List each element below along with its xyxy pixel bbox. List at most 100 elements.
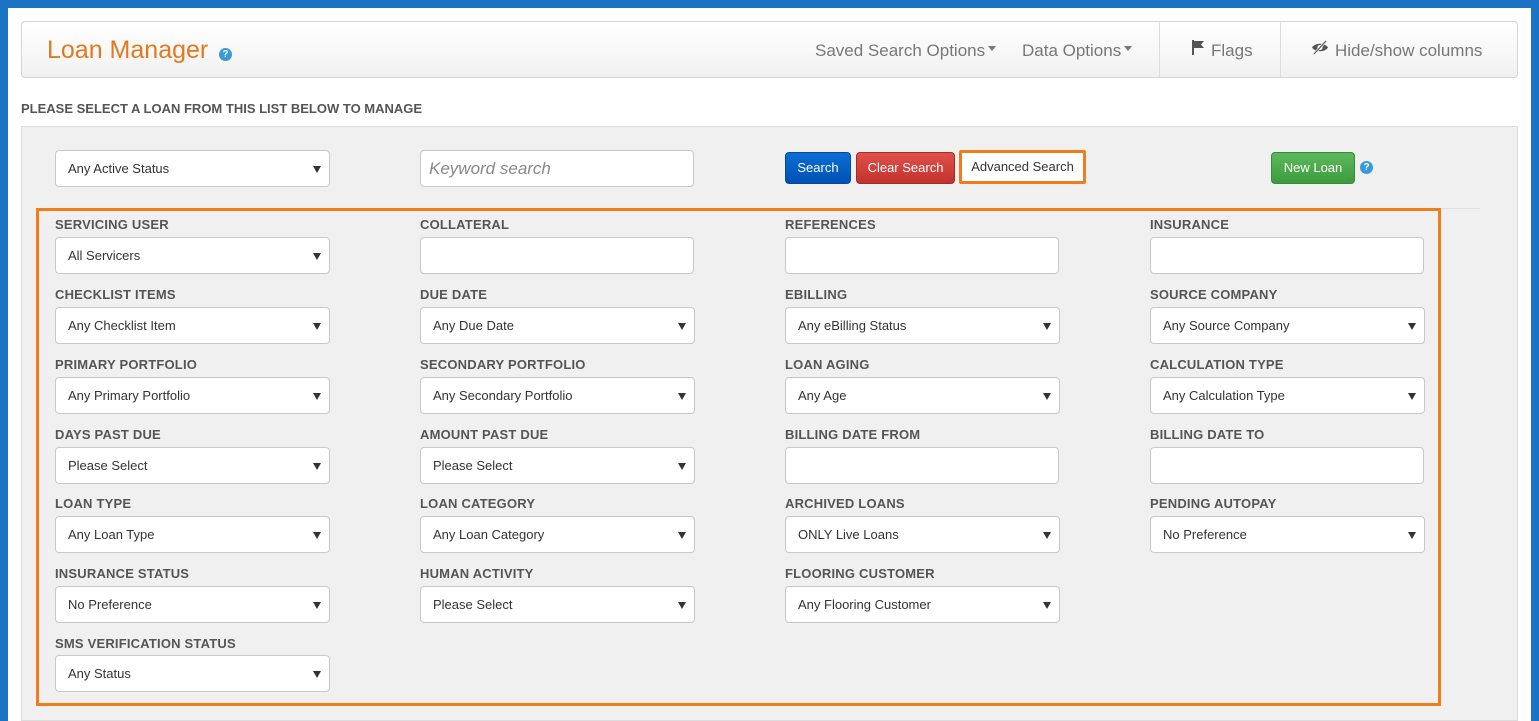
- dropdown-arrow-icon: [678, 463, 686, 470]
- dropdown-arrow-icon: [1408, 393, 1416, 400]
- dropdown-arrow-icon: [1043, 602, 1051, 609]
- insurance-status-value: No Preference: [68, 597, 152, 612]
- references-input[interactable]: [785, 237, 1059, 274]
- loan-type-value: Any Loan Type: [68, 527, 155, 542]
- primary-portfolio-value: Any Primary Portfolio: [68, 388, 190, 403]
- status-select-value: Any Active Status: [68, 161, 169, 176]
- days-past-due-select[interactable]: Please Select: [55, 447, 330, 484]
- help-icon[interactable]: ?: [219, 48, 232, 61]
- pending-autopay-select[interactable]: No Preference: [1150, 516, 1425, 553]
- servicing-user-select[interactable]: All Servicers: [55, 237, 330, 274]
- dropdown-arrow-icon: [678, 393, 686, 400]
- search-panel: Any Active Status Keyword search Search …: [21, 126, 1518, 721]
- billing-date-from-input[interactable]: [785, 447, 1059, 484]
- human-activity-label: HUMAN ACTIVITY: [420, 566, 534, 581]
- ebilling-label: EBILLING: [785, 287, 847, 302]
- header-bar: Loan Manager ? Saved Search Options Data…: [21, 21, 1518, 78]
- pending-autopay-label: PENDING AUTOPAY: [1150, 496, 1277, 511]
- loan-category-label: LOAN CATEGORY: [420, 496, 535, 511]
- billing-date-to-input[interactable]: [1150, 447, 1424, 484]
- flooring-customer-value: Any Flooring Customer: [798, 597, 931, 612]
- references-label: REFERENCES: [785, 217, 876, 232]
- archived-loans-label: ARCHIVED LOANS: [785, 496, 905, 511]
- loan-category-value: Any Loan Category: [433, 527, 544, 542]
- chevron-down-icon: [1124, 46, 1132, 51]
- loan-category-select[interactable]: Any Loan Category: [420, 516, 695, 553]
- due-date-label: DUE DATE: [420, 287, 487, 302]
- dropdown-arrow-icon: [678, 323, 686, 330]
- dropdown-arrow-icon: [1043, 532, 1051, 539]
- status-select[interactable]: Any Active Status: [55, 150, 330, 187]
- dropdown-arrow-icon: [313, 323, 321, 330]
- secondary-portfolio-select[interactable]: Any Secondary Portfolio: [420, 377, 695, 414]
- saved-search-options-menu[interactable]: Saved Search Options: [815, 22, 996, 77]
- page-title: Loan Manager: [47, 36, 208, 65]
- human-activity-value: Please Select: [433, 597, 513, 612]
- insurance-input[interactable]: [1150, 237, 1424, 274]
- billing-date-from-label: BILLING DATE FROM: [785, 427, 920, 442]
- amount-past-due-value: Please Select: [433, 458, 513, 473]
- checklist-items-value: Any Checklist Item: [68, 318, 176, 333]
- nav-divider: [1159, 22, 1160, 77]
- calculation-type-label: CALCULATION TYPE: [1150, 357, 1284, 372]
- flags-label: Flags: [1211, 41, 1253, 60]
- loan-type-select[interactable]: Any Loan Type: [55, 516, 330, 553]
- insurance-status-label: INSURANCE STATUS: [55, 566, 189, 581]
- chevron-down-icon: [988, 46, 996, 51]
- pending-autopay-value: No Preference: [1163, 527, 1247, 542]
- collateral-label: COLLATERAL: [420, 217, 509, 232]
- days-past-due-value: Please Select: [68, 458, 148, 473]
- hide-show-columns-label: Hide/show columns: [1335, 41, 1482, 60]
- calculation-type-value: Any Calculation Type: [1163, 388, 1285, 403]
- dropdown-arrow-icon: [1043, 393, 1051, 400]
- insurance-status-select[interactable]: No Preference: [55, 586, 330, 623]
- loan-aging-label: LOAN AGING: [785, 357, 870, 372]
- primary-portfolio-label: PRIMARY PORTFOLIO: [55, 357, 197, 372]
- eye-slash-icon: [1311, 21, 1329, 78]
- flooring-customer-label: FLOORING CUSTOMER: [785, 566, 935, 581]
- dropdown-arrow-icon: [1408, 532, 1416, 539]
- dropdown-arrow-icon: [313, 253, 321, 260]
- secondary-portfolio-value: Any Secondary Portfolio: [433, 388, 572, 403]
- due-date-select[interactable]: Any Due Date: [420, 307, 695, 344]
- new-loan-button[interactable]: New Loan: [1271, 152, 1355, 184]
- dropdown-arrow-icon: [313, 393, 321, 400]
- source-company-label: SOURCE COMPANY: [1150, 287, 1278, 302]
- keyword-search-input[interactable]: Keyword search: [420, 150, 694, 187]
- sms-verification-status-select[interactable]: Any Status: [55, 655, 330, 692]
- primary-portfolio-select[interactable]: Any Primary Portfolio: [55, 377, 330, 414]
- flag-icon: [1192, 21, 1205, 78]
- advanced-search-button[interactable]: Advanced Search: [959, 150, 1086, 184]
- amount-past-due-select[interactable]: Please Select: [420, 447, 695, 484]
- help-icon[interactable]: ?: [1360, 161, 1373, 174]
- data-options-menu[interactable]: Data Options: [1022, 22, 1132, 77]
- ebilling-select[interactable]: Any eBilling Status: [785, 307, 1060, 344]
- hide-show-columns-button[interactable]: Hide/show columns: [1311, 22, 1482, 77]
- billing-date-to-label: BILLING DATE TO: [1150, 427, 1264, 442]
- data-options-label: Data Options: [1022, 41, 1121, 60]
- sms-verification-status-label: SMS VERIFICATION STATUS: [55, 636, 236, 651]
- servicing-user-value: All Servicers: [68, 248, 140, 263]
- due-date-value: Any Due Date: [433, 318, 514, 333]
- search-button[interactable]: Search: [785, 152, 851, 184]
- flags-button[interactable]: Flags: [1192, 22, 1253, 77]
- collateral-input[interactable]: [420, 237, 694, 274]
- dropdown-arrow-icon: [313, 532, 321, 539]
- servicing-user-label: SERVICING USER: [55, 217, 169, 232]
- saved-search-options-label: Saved Search Options: [815, 41, 985, 60]
- checklist-items-select[interactable]: Any Checklist Item: [55, 307, 330, 344]
- dropdown-arrow-icon: [313, 671, 321, 678]
- dropdown-arrow-icon: [313, 602, 321, 609]
- dropdown-arrow-icon: [678, 602, 686, 609]
- secondary-portfolio-label: SECONDARY PORTFOLIO: [420, 357, 586, 372]
- dropdown-arrow-icon: [1408, 323, 1416, 330]
- human-activity-select[interactable]: Please Select: [420, 586, 695, 623]
- clear-search-button[interactable]: Clear Search: [856, 152, 955, 184]
- loan-aging-select[interactable]: Any Age: [785, 377, 1060, 414]
- source-company-select[interactable]: Any Source Company: [1150, 307, 1425, 344]
- flooring-customer-select[interactable]: Any Flooring Customer: [785, 586, 1060, 623]
- dropdown-arrow-icon: [313, 166, 321, 173]
- checklist-items-label: CHECKLIST ITEMS: [55, 287, 176, 302]
- archived-loans-select[interactable]: ONLY Live Loans: [785, 516, 1060, 553]
- calculation-type-select[interactable]: Any Calculation Type: [1150, 377, 1425, 414]
